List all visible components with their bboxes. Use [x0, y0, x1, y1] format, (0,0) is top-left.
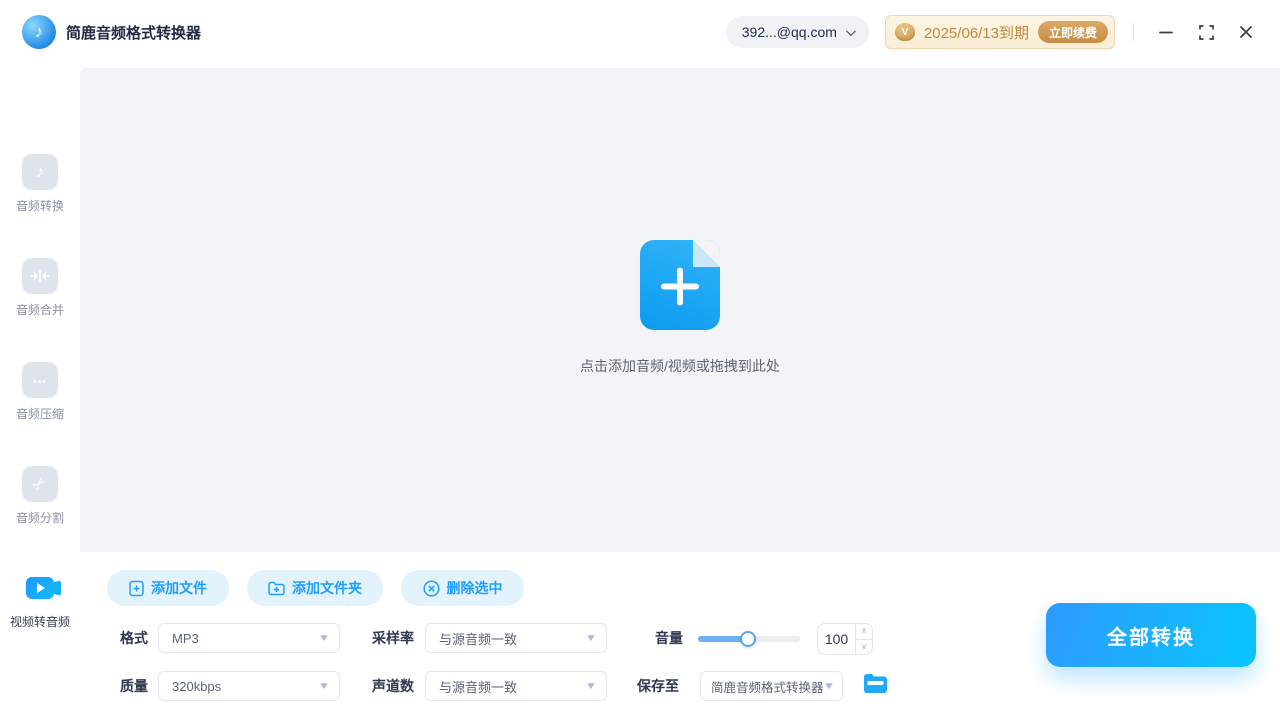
compress-file-icon: ••• — [22, 362, 58, 398]
open-folder-button[interactable] — [862, 673, 888, 697]
add-file-label: 添加文件 — [151, 580, 207, 596]
sample-rate-value: 与源音频一致 — [439, 631, 518, 647]
maximize-button[interactable] — [1190, 16, 1222, 48]
dropdown-arrow-icon: ▼ — [822, 680, 836, 692]
convert-all-button[interactable]: 全部转换 — [1046, 603, 1256, 667]
sample-rate-dropdown[interactable]: 与源音频一致 ▼ — [425, 623, 607, 653]
volume-slider-thumb[interactable] — [740, 631, 756, 647]
file-list-panel: 点击添加音频/视频或拖拽到此处 — [80, 68, 1280, 552]
sidebar-item-label: 音频压缩 — [15, 407, 64, 421]
music-note-icon: ♪ — [22, 154, 58, 190]
channels-value: 与源音频一致 — [439, 679, 518, 695]
account-label: 392...@qq.com — [741, 24, 837, 40]
renew-button[interactable]: 立即续费 — [1037, 21, 1108, 43]
add-folder-button[interactable]: 添加文件夹 — [247, 570, 383, 606]
dropdown-arrow-icon: ▼ — [317, 680, 331, 692]
spinner-down-button[interactable]: ∨ — [856, 640, 872, 655]
quality-dropdown[interactable]: 320kbps ▼ — [158, 671, 340, 701]
scissors-icon: ✂ — [22, 466, 58, 502]
volume-slider[interactable] — [698, 631, 800, 647]
sidebar-item-label: 视频转音频 — [9, 615, 70, 629]
quality-value: 320kbps — [172, 678, 222, 694]
channels-label: 声道数 — [372, 678, 414, 694]
format-value: MP3 — [172, 630, 199, 646]
folder-icon — [863, 674, 887, 693]
sidebar-item-label: 音频合并 — [15, 303, 64, 317]
folder-plus-icon — [268, 581, 285, 595]
video-camera-icon — [22, 570, 58, 606]
chevron-down-icon — [845, 25, 856, 36]
quality-label: 质量 — [120, 678, 148, 694]
dropdown-arrow-icon: ▼ — [317, 632, 331, 644]
format-dropdown[interactable]: MP3 ▼ — [158, 623, 340, 653]
minimize-button[interactable] — [1150, 16, 1182, 48]
topbar-right: 392...@qq.com V 2025/06/13到期 立即续费 — [725, 15, 1262, 49]
sidebar-item-label: 音频分割 — [15, 511, 64, 525]
vip-expiry-text: 2025/06/13到期 — [923, 24, 1029, 42]
spinner-up-button[interactable]: ∧ — [856, 624, 872, 640]
save-to-dropdown[interactable]: 简鹿音频格式转换器 ▼ — [700, 671, 843, 701]
volume-input[interactable]: 100 ∧ ∨ — [817, 623, 873, 655]
volume-label: 音量 — [655, 630, 683, 646]
sidebar-item-audio-convert[interactable]: ♪ 音频转换 — [0, 154, 80, 214]
delete-selected-button[interactable]: 删除选中 — [401, 570, 524, 606]
sample-rate-label: 采样率 — [372, 630, 414, 646]
sidebar-item-audio-split[interactable]: ✂ 音频分割 — [0, 466, 80, 526]
sidebar-item-video-to-audio[interactable]: 视频转音频 — [0, 570, 80, 630]
file-plus-icon — [129, 580, 144, 596]
add-file-button[interactable]: 添加文件 — [107, 570, 229, 606]
window-controls — [1150, 16, 1262, 48]
add-file-plus-icon[interactable] — [640, 240, 720, 330]
close-button[interactable] — [1230, 16, 1262, 48]
delete-selected-label: 删除选中 — [446, 580, 503, 596]
sidebar-item-audio-compress[interactable]: ••• 音频压缩 — [0, 362, 80, 422]
topbar: ♪ 简鹿音频格式转换器 392...@qq.com V 2025/06/13到期… — [0, 0, 1280, 64]
sidebar: ♪ 音频转换 音频合并 ••• 音频压缩 ✂ 音频分割 视频转音频 — [0, 64, 80, 720]
vip-badge: V 2025/06/13到期 立即续费 — [884, 15, 1115, 49]
app-window: ♪ 简鹿音频格式转换器 392...@qq.com V 2025/06/13到期… — [0, 0, 1280, 720]
dropdown-arrow-icon: ▼ — [584, 680, 598, 692]
circle-x-icon — [422, 579, 440, 597]
vip-heart-icon: V — [894, 23, 915, 41]
format-label: 格式 — [120, 630, 148, 646]
channels-dropdown[interactable]: 与源音频一致 ▼ — [425, 671, 607, 701]
dropdown-arrow-icon: ▼ — [584, 632, 598, 644]
add-folder-label: 添加文件夹 — [292, 580, 362, 596]
volume-spinner: ∧ ∨ — [855, 624, 872, 654]
dropzone-hint: 点击添加音频/视频或拖拽到此处 — [580, 358, 780, 374]
divider — [1133, 23, 1134, 41]
account-dropdown[interactable]: 392...@qq.com — [725, 16, 869, 48]
dropzone[interactable]: 点击添加音频/视频或拖拽到此处 — [80, 68, 1280, 552]
app-logo-icon: ♪ — [22, 15, 56, 49]
volume-value: 100 — [824, 631, 849, 647]
sidebar-item-label: 音频转换 — [15, 199, 64, 213]
brand: ♪ 简鹿音频格式转换器 — [22, 15, 201, 49]
save-to-label: 保存至 — [637, 678, 679, 694]
sidebar-item-audio-merge[interactable]: 音频合并 — [0, 258, 80, 318]
save-to-value: 简鹿音频格式转换器 — [711, 680, 824, 695]
merge-arrows-icon — [22, 258, 58, 294]
app-title: 简鹿音频格式转换器 — [66, 24, 202, 42]
